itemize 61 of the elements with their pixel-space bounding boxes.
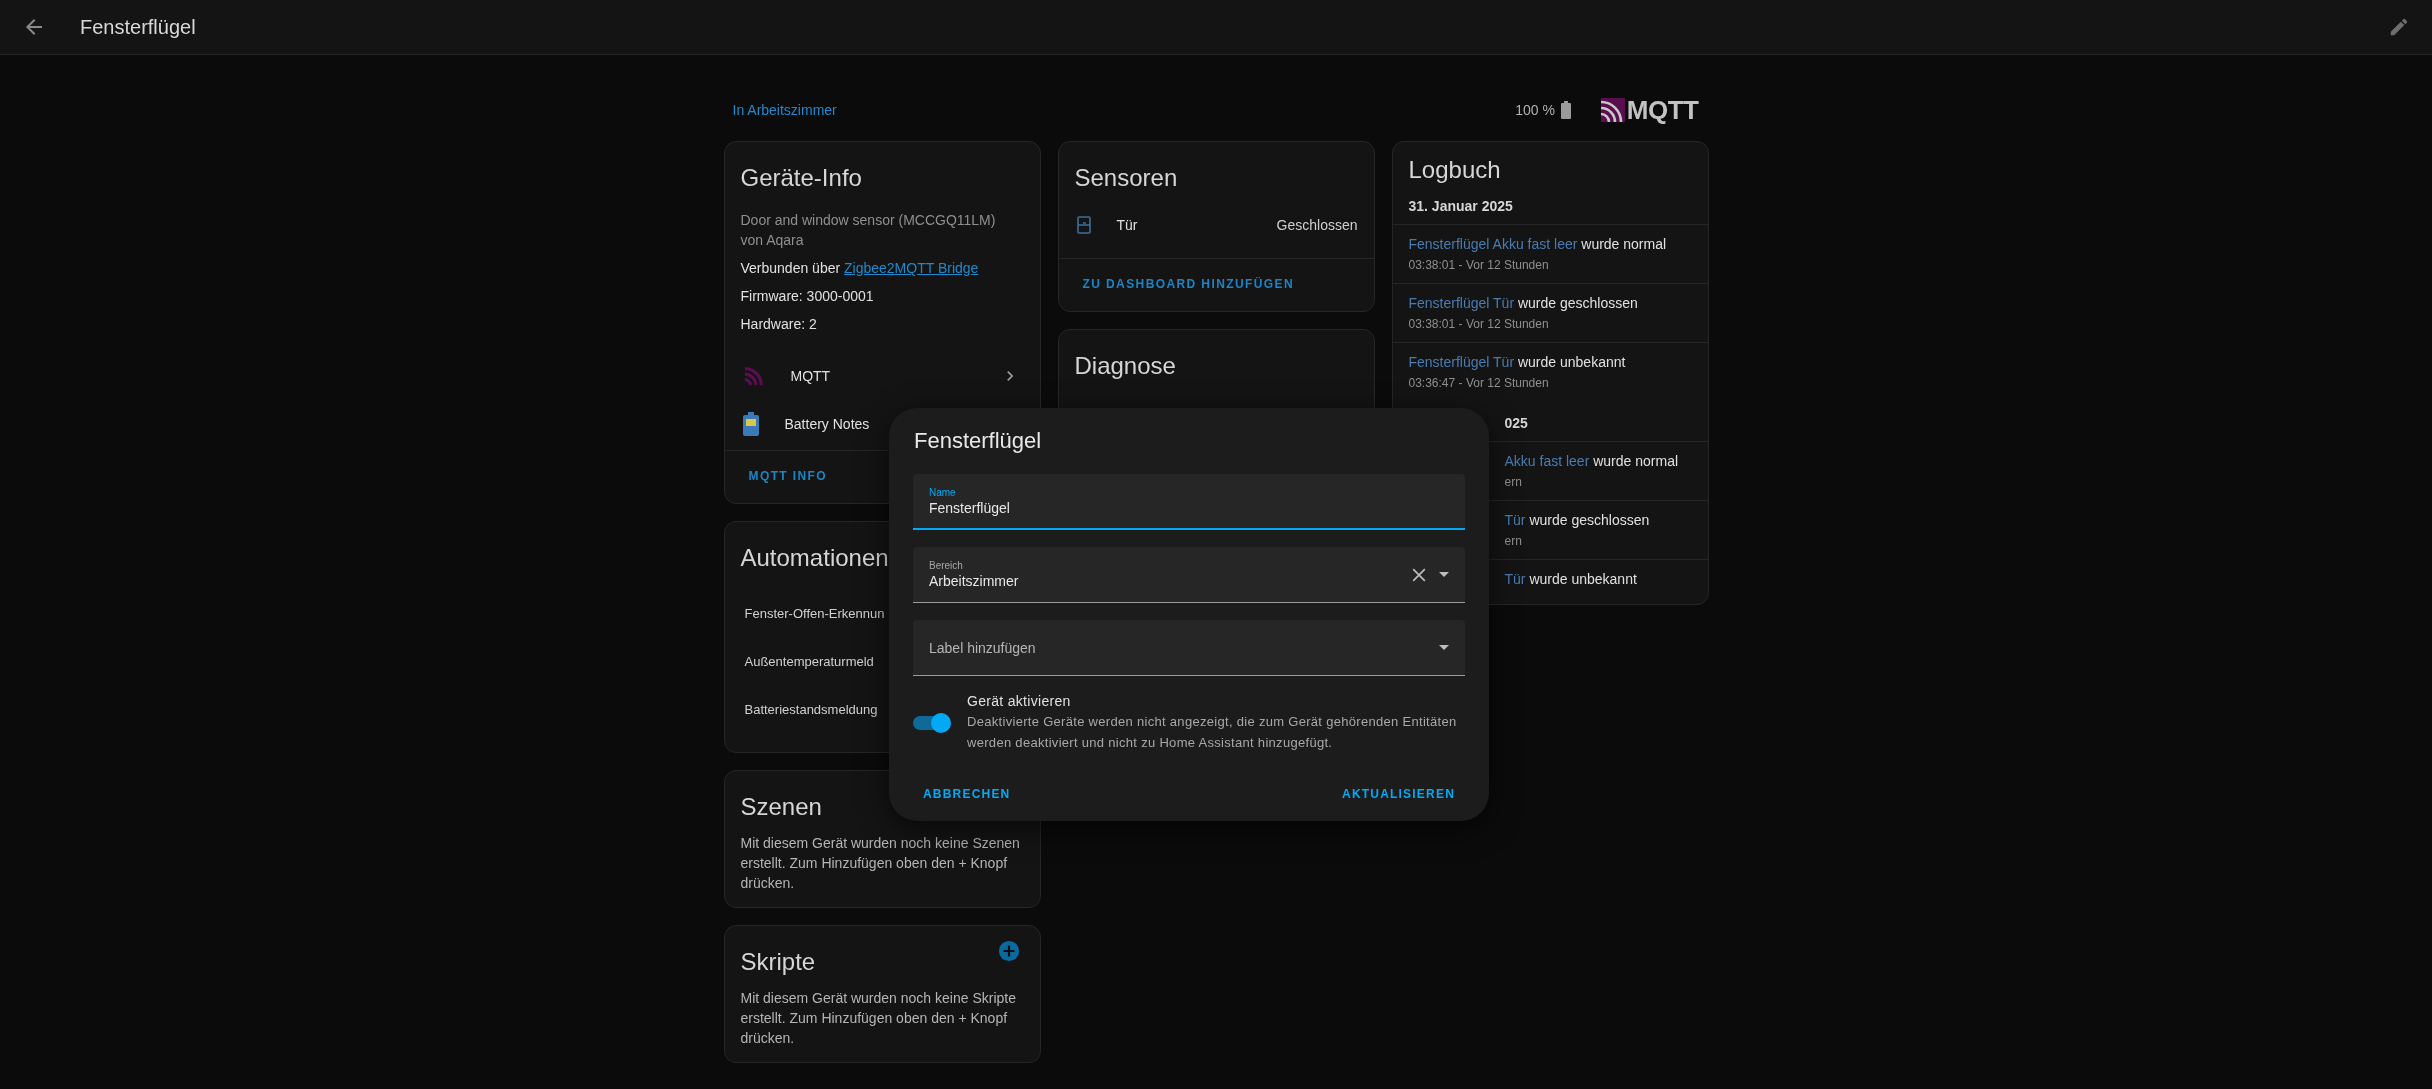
card-title: Szenen: [740, 793, 822, 821]
battery-icon: [1560, 101, 1571, 119]
entity-link[interactable]: Fensterflügel Tür: [1408, 354, 1515, 370]
log-time: 03:36:47 - Vor 12 Stunden: [1408, 375, 1550, 392]
door-icon: [1076, 216, 1091, 234]
card-title: Skripte: [740, 948, 816, 976]
waves-icon: [742, 365, 765, 387]
log-entry-text: Fensterflügel Akku fast leer wurde normal: [1408, 235, 1668, 254]
entity-link[interactable]: Fensterflügel Tür: [1408, 295, 1515, 311]
log-date: 025: [1504, 415, 1528, 431]
card-title: Diagnose: [1074, 352, 1176, 380]
entity-state: Geschlossen: [1276, 217, 1358, 233]
entity-link[interactable]: Akku fast leer: [1504, 453, 1590, 469]
log-time: ern: [1504, 474, 1523, 491]
card-title: Automationen: [740, 544, 889, 572]
toggle-switch[interactable]: [913, 716, 949, 730]
entity-link[interactable]: Tür: [1504, 512, 1526, 528]
log-date: 31. Januar 2025: [1408, 198, 1513, 214]
empty-text: Mit diesem Gerät wurden noch keine Szenen erstellt. Zum Hinzufügen oben den + Knopf drücken.: [739, 834, 1021, 893]
entity-name[interactable]: Tür: [1116, 217, 1138, 233]
log-time: 03:38:01 - Vor 12 Stunden: [1408, 316, 1550, 333]
connection-text: Verbunden über Zigbee2MQTT Bridge: [740, 259, 980, 278]
area-link[interactable]: In Arbeitszimmer: [732, 102, 837, 118]
entity-link[interactable]: Fensterflügel Akku fast leer: [1408, 236, 1578, 252]
log-entry-text: Tür wurde unbekannt: [1504, 570, 1638, 589]
select-field[interactable]: Bereich Arbeitszimmer: [913, 547, 1465, 603]
card-title: Geräte-Info: [740, 164, 862, 192]
pencil-icon[interactable]: [2388, 16, 2410, 38]
page-title: Fensterflügel: [80, 15, 196, 39]
log-entry-text: Akku fast leer wurde normal: [1504, 452, 1680, 471]
text-field[interactable]: Name Fensterflügel: [913, 474, 1465, 530]
battery-icon: [742, 412, 759, 436]
add-to-dashboard-button[interactable]: ZU DASHBOARD HINZUFÜGEN: [1074, 271, 1303, 297]
mqtt-info-button[interactable]: MQTT INFO: [740, 463, 836, 489]
dropdown-caret-icon[interactable]: [1439, 645, 1449, 650]
update-button[interactable]: AKTUALISIEREN: [1332, 779, 1465, 809]
hardware-text: Hardware: 2: [740, 315, 818, 334]
select-field[interactable]: Label hinzufügen: [913, 620, 1465, 676]
firmware-text: Firmware: 3000-0001: [740, 287, 875, 306]
log-time: 03:38:01 - Vor 12 Stunden: [1408, 257, 1550, 274]
dialog-title: Fensterflügel: [913, 428, 1043, 455]
log-entry-text: Tür wurde geschlossen: [1504, 511, 1651, 530]
mqtt-logo: MQTT: [1600, 94, 1699, 126]
log-entry-text: Fensterflügel Tür wurde unbekannt: [1408, 353, 1627, 372]
card-title: Sensoren: [1074, 164, 1178, 192]
dropdown-caret-icon[interactable]: [1439, 572, 1449, 577]
empty-text: Mit diesem Gerät wurden noch keine Skripte erstellt. Zum Hinzufügen oben den + Knopf drücken.: [739, 989, 1017, 1048]
integration-link[interactable]: MQTT: [790, 368, 831, 384]
toggle-label: Gerät aktivieren: [967, 693, 1072, 709]
log-time: ern: [1504, 533, 1523, 550]
device-model: Door and window sensor (MCCGQ11LM): [740, 211, 997, 230]
card-title: Logbuch: [1408, 156, 1501, 184]
entity-link[interactable]: Tür: [1504, 571, 1526, 587]
device-manufacturer: von Aqara: [740, 231, 805, 250]
integration-link[interactable]: Battery Notes: [784, 416, 870, 432]
cancel-button[interactable]: ABBRECHEN: [913, 779, 1021, 809]
bridge-link[interactable]: Zigbee2MQTT Bridge: [844, 260, 979, 276]
add-icon[interactable]: [997, 940, 1020, 962]
battery-reading: 100 %: [1515, 102, 1555, 118]
toggle-description: Deaktivierte Geräte werden nicht angezeigt, die zum Gerät gehörenden Entitäten werden deaktiviert und nicht zu Home Assistant hinzugefügt.: [967, 713, 1458, 752]
log-entry-text: Fensterflügel Tür wurde geschlossen: [1408, 294, 1639, 313]
